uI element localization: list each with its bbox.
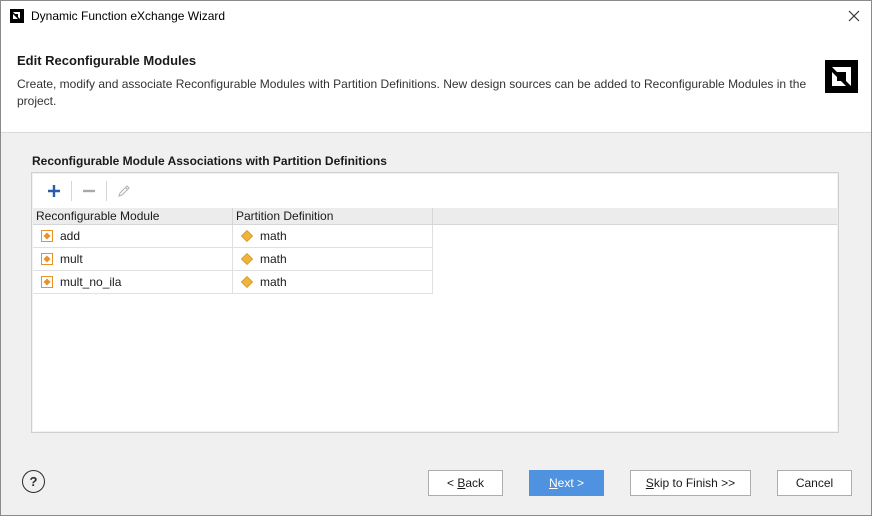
partition-cell[interactable]: math — [233, 248, 433, 271]
partition-name: math — [260, 275, 287, 289]
title-bar: Dynamic Function eXchange Wizard — [1, 1, 871, 31]
back-mnemonic: B — [457, 476, 466, 490]
skip-mnemonic: S — [645, 476, 654, 490]
skip-rest: kip to Finish >> — [653, 476, 736, 490]
table-toolbar — [33, 174, 837, 208]
toolbar-separator — [71, 181, 72, 201]
partition-name: math — [260, 229, 287, 243]
next-rest: ext > — [557, 476, 585, 490]
partition-icon — [241, 230, 253, 242]
back-rest: ack — [465, 476, 485, 490]
section-label: Reconfigurable Module Associations with … — [32, 154, 387, 168]
amd-logo-icon — [825, 60, 858, 93]
partition-cell[interactable]: math — [233, 225, 433, 248]
wizard-window: Dynamic Function eXchange Wizard Edit Re… — [0, 0, 872, 516]
close-icon — [848, 10, 860, 22]
table-row[interactable]: mult math — [33, 248, 433, 271]
help-button[interactable]: ? — [22, 470, 45, 493]
module-cell[interactable]: mult_no_ila — [33, 271, 233, 294]
module-name: mult_no_ila — [60, 275, 122, 289]
app-logo-icon — [10, 9, 24, 23]
table-header: Reconfigurable Module Partition Definiti… — [33, 208, 837, 225]
edit-button[interactable] — [111, 178, 137, 204]
close-button[interactable] — [843, 5, 865, 27]
module-icon — [41, 276, 53, 288]
column-header-partition[interactable]: Partition Definition — [233, 208, 433, 225]
module-cell[interactable]: mult — [33, 248, 233, 271]
toolbar-separator — [106, 181, 107, 201]
partition-icon — [241, 253, 253, 265]
skip-to-finish-button[interactable]: Skip to Finish >> — [630, 470, 751, 496]
next-mnemonic: N — [548, 476, 558, 490]
add-button[interactable] — [41, 178, 67, 204]
partition-cell[interactable]: math — [233, 271, 433, 294]
column-header-module[interactable]: Reconfigurable Module — [33, 208, 233, 225]
cancel-button[interactable]: Cancel — [777, 470, 852, 496]
associations-table: Reconfigurable Module Partition Definiti… — [33, 208, 837, 431]
table-row[interactable]: mult_no_ila math — [33, 271, 433, 294]
remove-button[interactable] — [76, 178, 102, 204]
module-name: add — [60, 229, 81, 243]
wizard-header: Edit Reconfigurable Modules Create, modi… — [1, 31, 871, 133]
window-title: Dynamic Function eXchange Wizard — [31, 9, 226, 23]
partition-name: math — [260, 252, 287, 266]
page-title: Edit Reconfigurable Modules — [17, 53, 197, 68]
table-row[interactable]: add math — [33, 225, 433, 248]
back-prefix: < — [446, 476, 458, 490]
next-button[interactable]: Next > — [529, 470, 604, 496]
minus-icon — [83, 189, 95, 193]
pencil-icon — [118, 185, 130, 197]
back-button[interactable]: < Back — [428, 470, 503, 496]
module-name: mult — [60, 252, 83, 266]
partition-icon — [241, 276, 253, 288]
module-icon — [41, 230, 53, 242]
module-cell[interactable]: add — [33, 225, 233, 248]
associations-panel: Reconfigurable Module Partition Definiti… — [31, 172, 839, 433]
page-description: Create, modify and associate Reconfigura… — [17, 77, 807, 108]
module-icon — [41, 253, 53, 265]
plus-icon — [48, 185, 60, 197]
